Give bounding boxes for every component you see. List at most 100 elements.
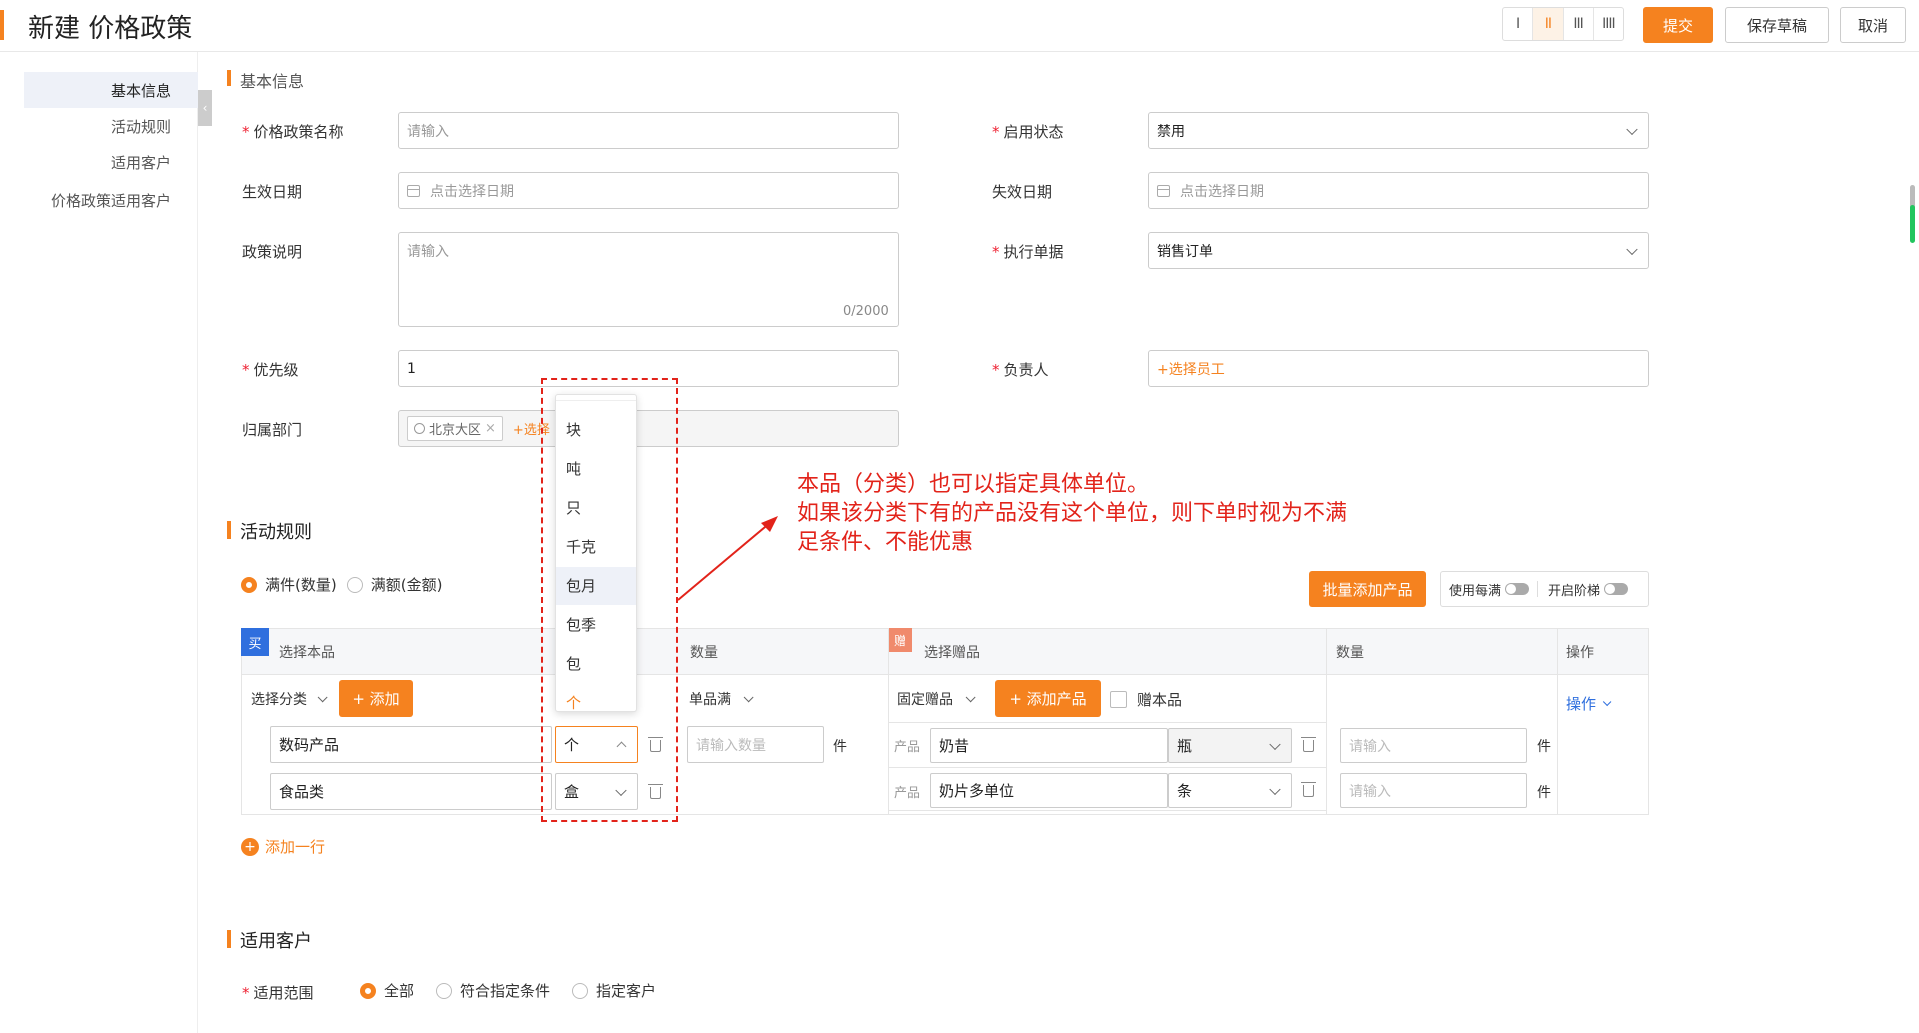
category-cell[interactable]: 数码产品 bbox=[270, 726, 552, 763]
trash-icon[interactable] bbox=[1301, 782, 1316, 797]
col-gift-quantity: 数量 bbox=[1336, 645, 1364, 661]
quantity-input[interactable]: 请输入数量 bbox=[687, 726, 824, 763]
gift-product-cell[interactable]: 奶片多单位 bbox=[930, 773, 1168, 808]
chevron-down-icon bbox=[1626, 123, 1638, 135]
batch-add-products-button[interactable]: 批量添加产品 bbox=[1309, 571, 1426, 607]
radio-scope-condition-label: 符合指定条件 bbox=[460, 982, 551, 1000]
scope-label: * 适用范围 bbox=[242, 984, 314, 1002]
submit-button[interactable]: 提交 bbox=[1643, 7, 1713, 43]
chevron-down-icon bbox=[1269, 738, 1281, 750]
gift-self-label: 赠本品 bbox=[1137, 691, 1183, 709]
sidebar-collapse-toggle[interactable]: ‹ bbox=[198, 90, 212, 126]
unit-label: 件 bbox=[833, 739, 847, 755]
col-operations: 操作 bbox=[1566, 645, 1594, 661]
exec-doc-select[interactable]: 销售订单 bbox=[1148, 232, 1649, 269]
gift-unit-select[interactable]: 条 bbox=[1168, 773, 1292, 808]
description-textarea[interactable]: 请输入 bbox=[398, 232, 899, 327]
radio-by-amount-label: 满额(金额) bbox=[370, 576, 443, 594]
sidebar-item-activity-rules[interactable]: 活动规则 bbox=[41, 118, 171, 136]
gift-mode-select[interactable]: 固定赠品 bbox=[897, 689, 976, 709]
col-quantity: 数量 bbox=[690, 645, 718, 661]
section-accent-bar bbox=[227, 70, 231, 86]
sidebar-item-basic-info[interactable]: 基本信息 bbox=[41, 82, 171, 100]
category-select[interactable]: 选择分类 bbox=[251, 689, 328, 709]
section-title-rules: 活动规则 bbox=[240, 522, 312, 543]
use-each-toggle[interactable] bbox=[1505, 583, 1530, 595]
chevron-left-icon: ‹ bbox=[202, 101, 208, 115]
circle-icon bbox=[414, 423, 425, 434]
unit-label: 件 bbox=[1537, 785, 1551, 801]
radio-scope-condition[interactable] bbox=[436, 982, 453, 999]
description-char-count: 0/2000 bbox=[843, 304, 889, 319]
tier-toggle[interactable] bbox=[1604, 583, 1629, 595]
policy-name-label: * 价格政策名称 bbox=[242, 123, 344, 141]
add-row-button[interactable]: + 添加一行 bbox=[241, 836, 325, 857]
operations-menu[interactable]: 操作 bbox=[1566, 693, 1612, 714]
gift-quantity-input[interactable]: 请输入 bbox=[1340, 728, 1527, 763]
column-4-toggle[interactable]: IIII bbox=[1594, 8, 1623, 40]
gift-unit-select[interactable]: 瓶 bbox=[1168, 728, 1292, 763]
anchor-sidebar: 基本信息 活动规则 适用客户 价格政策适用客户 bbox=[0, 52, 198, 1033]
add-category-button[interactable]: + 添加 bbox=[339, 680, 413, 717]
table-divider bbox=[888, 722, 1326, 723]
close-icon[interactable]: × bbox=[485, 421, 496, 436]
quantity-mode-select[interactable]: 单品满 bbox=[689, 689, 754, 709]
gift-self-checkbox-group: 赠本品 bbox=[1110, 689, 1182, 710]
gift-badge: 赠 bbox=[888, 628, 912, 652]
column-2-toggle[interactable]: II bbox=[1533, 8, 1564, 40]
owner-selector[interactable]: +选择员工 bbox=[1148, 350, 1649, 387]
radio-by-quantity[interactable] bbox=[241, 576, 257, 593]
description-label: 政策说明 bbox=[242, 243, 303, 261]
status-select[interactable]: 禁用 bbox=[1148, 112, 1649, 149]
table-divider bbox=[1326, 628, 1327, 815]
end-date-label: 失效日期 bbox=[992, 183, 1053, 201]
section-accent-bar bbox=[227, 521, 231, 539]
plus-circle-icon: + bbox=[241, 837, 259, 856]
column-1-toggle[interactable]: I bbox=[1503, 8, 1534, 40]
column-3-toggle[interactable]: III bbox=[1564, 8, 1594, 40]
end-date-picker[interactable]: 点击选择日期 bbox=[1148, 172, 1649, 209]
scope-radio-group: 全部 符合指定条件 指定客户 bbox=[360, 980, 656, 1001]
scroll-indicator bbox=[1910, 205, 1915, 243]
cancel-button[interactable]: 取消 bbox=[1840, 7, 1906, 43]
chevron-down-icon bbox=[1626, 243, 1638, 255]
col-select-product: 选择本品 bbox=[279, 645, 335, 661]
top-bar: 新建 价格政策 I II III IIII 提交 保存草稿 取消 bbox=[0, 0, 1919, 52]
annotation-line: 本品（分类）也可以指定具体单位。 bbox=[797, 472, 1150, 497]
table-divider bbox=[1557, 628, 1558, 815]
chevron-down-icon bbox=[1269, 783, 1281, 795]
unit-label: 件 bbox=[1537, 739, 1551, 755]
radio-by-quantity-label: 满件(数量) bbox=[265, 576, 337, 594]
section-title-customers: 适用客户 bbox=[240, 931, 312, 952]
gift-quantity-input[interactable]: 请输入 bbox=[1340, 773, 1527, 808]
tier-label: 开启阶梯 bbox=[1548, 583, 1601, 599]
sidebar-item-policy-customers[interactable]: 价格政策适用客户 bbox=[51, 192, 171, 210]
column-layout-toggle[interactable]: I II III IIII bbox=[1502, 7, 1624, 41]
annotation-line: 如果该分类下有的产品没有这个单位，则下单时视为不满 bbox=[797, 501, 1348, 526]
priority-label: * 优先级 bbox=[242, 361, 299, 379]
page-title: 新建 价格政策 bbox=[28, 14, 193, 44]
start-date-picker[interactable]: 点击选择日期 bbox=[398, 172, 899, 209]
calendar-icon bbox=[1157, 184, 1170, 197]
status-label: * 启用状态 bbox=[992, 123, 1064, 141]
gift-self-checkbox[interactable] bbox=[1110, 691, 1127, 708]
gift-product-cell[interactable]: 奶昔 bbox=[930, 728, 1168, 763]
trash-icon[interactable] bbox=[1301, 737, 1316, 752]
radio-by-amount[interactable] bbox=[346, 576, 363, 593]
radio-scope-specific[interactable] bbox=[572, 982, 589, 999]
policy-name-input[interactable]: 请输入 bbox=[398, 112, 899, 149]
sidebar-item-customers[interactable]: 适用客户 bbox=[41, 154, 171, 172]
use-each-label: 使用每满 bbox=[1449, 583, 1502, 599]
table-divider bbox=[888, 767, 1326, 768]
save-draft-button[interactable]: 保存草稿 bbox=[1725, 7, 1829, 43]
radio-scope-specific-label: 指定客户 bbox=[596, 982, 657, 1000]
radio-scope-all[interactable] bbox=[360, 982, 376, 999]
section-accent-bar bbox=[227, 930, 231, 948]
category-cell[interactable]: 食品类 bbox=[270, 773, 552, 810]
exec-doc-label: * 执行单据 bbox=[992, 243, 1064, 261]
owner-label: * 负责人 bbox=[992, 361, 1049, 379]
department-label: 归属部门 bbox=[242, 421, 303, 439]
buy-badge: 买 bbox=[241, 628, 269, 656]
add-gift-product-button[interactable]: + 添加产品 bbox=[995, 680, 1101, 717]
annotation-text: 本品（分类）也可以指定具体单位。 如果该分类下有的产品没有这个单位，则下单时视为… bbox=[797, 470, 1417, 557]
